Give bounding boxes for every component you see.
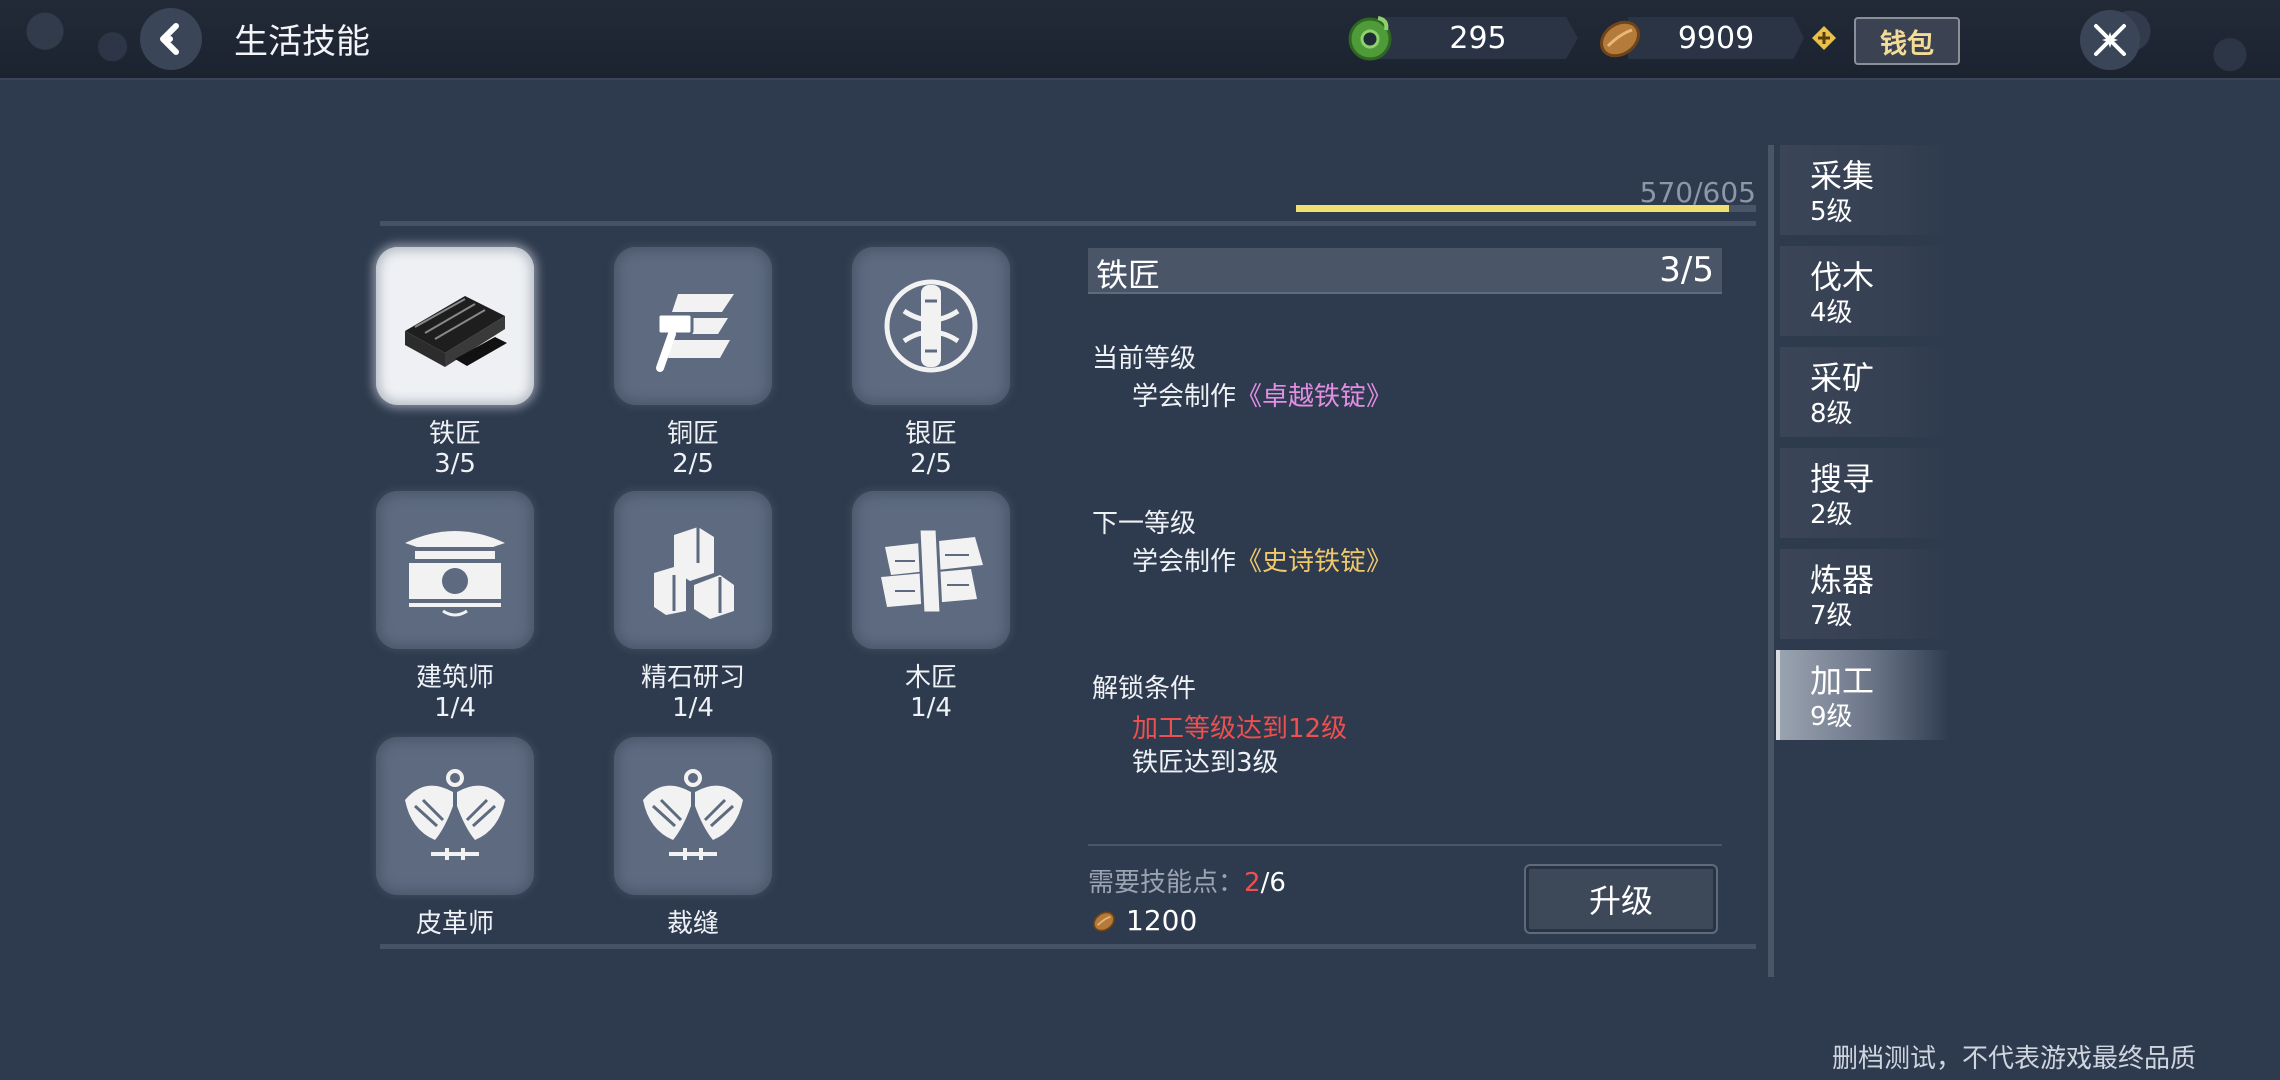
tab-refining[interactable]: 炼器 7级 [1780,549,1950,639]
coin-amount: 9909 [1628,17,1804,59]
skill-points-need: /6 [1260,868,1286,898]
wings-emblem-icon [643,769,743,860]
skill-name: 裁缝 [666,909,719,939]
tab-level: 2级 [1810,500,1853,530]
skill-level: 3/5 [434,449,476,479]
skill-stone-study[interactable]: 精石研习 1/4 [613,491,773,723]
back-button[interactable] [140,8,202,70]
tab-level: 7级 [1810,601,1853,631]
skill-blacksmith[interactable]: 铁匠 3/5 [375,247,535,479]
skill-detail-level: 3/5 [1659,250,1714,290]
skill-coppersmith[interactable]: 铜匠 2/5 [613,247,773,479]
coin-currency: 9909 [1594,14,1838,62]
test-build-notice: 删档测试，不代表游戏最终品质 [1831,1044,2196,1074]
unlock-condition-met: 铁匠达到3级 [1132,748,1279,778]
skill-level: 1/4 [434,693,476,723]
coin-cost: 1200 [1090,904,1197,937]
current-level-label: 当前等级 [1092,344,1197,374]
page-title: 生活技能 [234,22,370,62]
skill-name: 银匠 [904,419,957,449]
skill-detail-header: 铁匠 3/5 [1088,248,1722,294]
skill-tailor[interactable]: 裁缝 [613,737,773,939]
next-level-label: 下一等级 [1092,509,1197,539]
hammer-icon [656,294,734,372]
current-level-effect: 学会制作《卓越铁锭》 [1132,376,1392,413]
skill-points-have: 2 [1244,868,1261,898]
skill-points-label: 需要技能点： [1088,868,1245,898]
wings-emblem-icon [405,769,505,860]
skill-points-required: 需要技能点：2/6 [1088,862,1286,899]
silver-coin-icon [884,279,978,373]
coin-bean-icon [1093,911,1115,931]
cost-divider [1088,844,1722,846]
current-effect-item: 《卓越铁锭》 [1236,382,1393,412]
tab-searching[interactable]: 搜寻 2级 [1780,448,1950,538]
tab-level: 5级 [1810,197,1853,227]
panel-bottom-divider [380,944,1756,949]
building-icon [405,531,505,617]
coin-bean-icon [1599,20,1641,58]
experience-bar [1296,205,1756,212]
tab-gathering[interactable]: 采集 5级 [1780,145,1950,235]
skill-detail-title: 铁匠 [1096,256,1161,294]
skill-level: 2/5 [910,449,952,479]
tab-level: 9级 [1810,702,1853,732]
close-button[interactable] [2080,10,2140,70]
jade-amount: 295 [1378,17,1578,59]
tab-mining[interactable]: 采矿 8级 [1780,347,1950,437]
next-level-effect: 学会制作《史诗铁锭》 [1132,541,1392,578]
skill-name: 建筑师 [415,663,494,693]
next-effect-item: 《史诗铁锭》 [1236,547,1393,577]
skill-name: 木匠 [904,663,957,693]
panel-vertical-divider [1768,145,1774,977]
unlock-condition-unmet: 加工等级达到12级 [1132,714,1348,744]
skill-name: 铁匠 [428,419,481,449]
skill-architect[interactable]: 建筑师 1/4 [375,491,535,723]
experience-bar-fill [1296,205,1730,212]
anvil-ingot-icon [405,296,507,367]
close-cross-icon [2094,24,2126,56]
next-effect-prefix: 学会制作 [1132,547,1237,577]
skill-name: 铜匠 [666,419,719,449]
jade-currency: 295 [1344,14,1578,62]
jade-currency-icon [1348,16,1392,61]
tab-level: 8级 [1810,399,1853,429]
skill-silversmith[interactable]: 银匠 2/5 [851,247,1011,479]
add-coin-icon[interactable] [1810,24,1838,52]
tab-logging[interactable]: 伐木 4级 [1780,246,1950,336]
skill-level: 2/5 [672,449,714,479]
skill-leatherworker[interactable]: 皮革师 [375,737,535,939]
chevron-left-icon [160,23,179,55]
current-effect-prefix: 学会制作 [1132,382,1237,412]
tab-processing[interactable]: 加工 9级 [1776,650,1950,740]
skill-carpenter[interactable]: 木匠 1/4 [851,491,1011,723]
coin-cost-value: 1200 [1126,904,1198,937]
tab-level: 4级 [1810,298,1853,328]
panel-top-divider [380,221,1756,226]
skill-level: 1/4 [672,693,714,723]
skill-level: 1/4 [910,693,952,723]
wallet-button[interactable]: 钱包 [1854,17,1960,65]
stone-blocks-icon [654,527,734,619]
skill-name: 皮革师 [415,909,494,939]
upgrade-button[interactable]: 升级 [1524,864,1718,934]
skill-name: 精石研习 [640,663,745,693]
unlock-conditions-label: 解锁条件 [1092,674,1197,704]
wood-plank-icon [881,527,983,615]
